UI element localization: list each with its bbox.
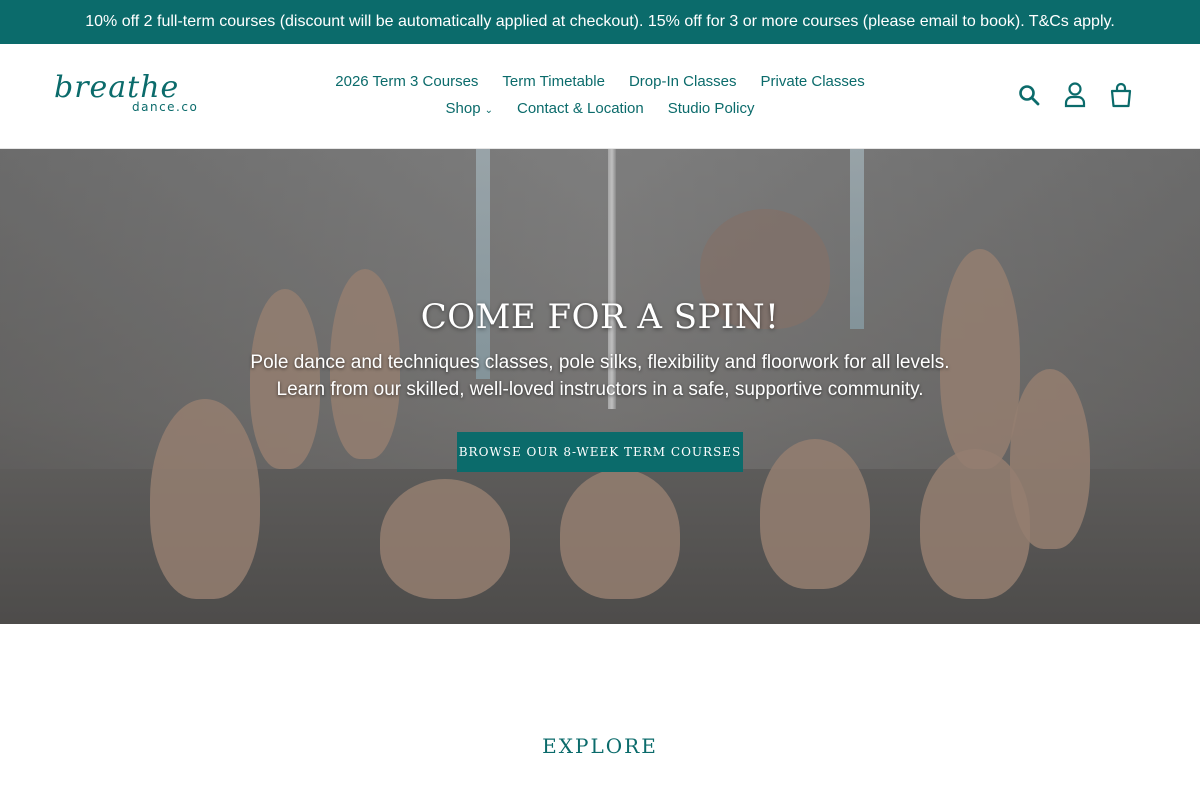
nav-link-shop-label: Shop xyxy=(445,100,481,117)
nav-link-term-courses[interactable]: 2026 Term 3 Courses xyxy=(335,73,478,90)
hero-subtitle-line-2: Learn from our skilled, well-loved instr… xyxy=(276,379,924,400)
search-icon[interactable] xyxy=(1016,82,1042,108)
header-icons xyxy=(1016,82,1134,108)
nav-link-drop-in-classes[interactable]: Drop-In Classes xyxy=(629,73,737,90)
nav-link-private-classes[interactable]: Private Classes xyxy=(761,73,865,90)
nav-link-studio-policy[interactable]: Studio Policy xyxy=(668,100,755,117)
announcement-text: 10% off 2 full-term courses (discount wi… xyxy=(85,13,1115,30)
account-icon[interactable] xyxy=(1062,82,1088,108)
browse-courses-button[interactable]: BROWSE OUR 8-WEEK TERM COURSES xyxy=(457,432,743,472)
hero-title: COME FOR A SPIN! xyxy=(420,297,780,337)
explore-section-title: EXPLORE xyxy=(542,734,658,758)
hero-subtitle-line-1: Pole dance and techniques classes, pole … xyxy=(250,352,950,373)
hero-banner: COME FOR A SPIN! Pole dance and techniqu… xyxy=(0,149,1200,624)
cart-icon[interactable] xyxy=(1108,82,1134,108)
chevron-down-icon: ⌄ xyxy=(484,105,493,116)
nav-link-contact-location[interactable]: Contact & Location xyxy=(517,100,644,117)
announcement-bar: 10% off 2 full-term courses (discount wi… xyxy=(0,0,1200,44)
nav-link-shop[interactable]: Shop ⌄ xyxy=(446,100,493,117)
site-header: breathe dance.co 2026 Term 3 Courses Ter… xyxy=(0,44,1200,149)
nav-link-term-timetable[interactable]: Term Timetable xyxy=(502,73,605,90)
